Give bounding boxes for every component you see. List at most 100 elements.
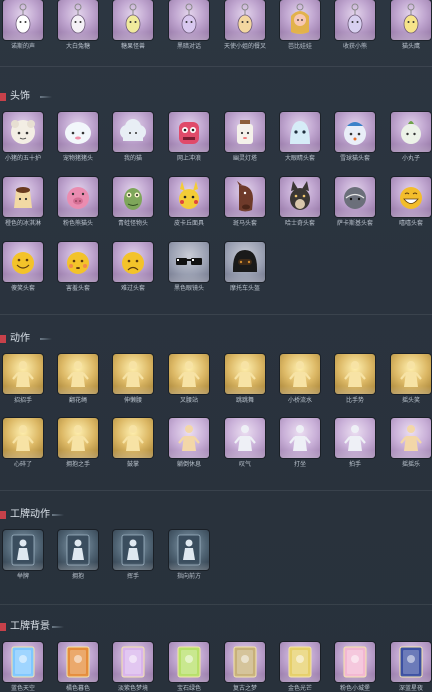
item-card[interactable] — [58, 354, 98, 394]
item-slot[interactable]: 拥抱之手 — [58, 418, 98, 470]
item-card[interactable] — [113, 354, 153, 394]
item-card[interactable] — [113, 642, 153, 682]
item-card[interactable] — [169, 530, 209, 570]
item-slot[interactable]: 打坐 — [280, 418, 320, 470]
item-slot[interactable]: 摇头笑 — [391, 354, 431, 406]
item-slot[interactable]: 诺斯的声 — [3, 0, 43, 52]
item-slot[interactable]: 大眼睛头套 — [280, 112, 320, 164]
item-slot[interactable]: 我的猫 — [113, 112, 153, 164]
item-card[interactable] — [58, 242, 98, 282]
item-slot[interactable]: 伸懒腰 — [113, 354, 153, 406]
item-card[interactable] — [169, 242, 209, 282]
item-slot[interactable]: 比手势 — [335, 354, 375, 406]
item-card[interactable] — [58, 642, 98, 682]
item-card[interactable] — [3, 242, 43, 282]
item-slot[interactable]: 黑暗对话 — [169, 0, 209, 52]
item-slot[interactable]: 傻笑头套 — [3, 242, 43, 294]
item-slot[interactable]: 青蛙怪物头 — [113, 177, 153, 229]
item-slot[interactable]: 网上冲浪 — [169, 112, 209, 164]
item-card[interactable] — [58, 0, 98, 40]
item-slot[interactable]: 雪球猫头套 — [335, 112, 375, 164]
item-card[interactable] — [3, 642, 43, 682]
item-card[interactable] — [113, 242, 153, 282]
item-card[interactable] — [3, 530, 43, 570]
item-slot[interactable]: 害羞头套 — [58, 242, 98, 294]
item-slot[interactable]: 心碎了 — [3, 418, 43, 470]
item-card[interactable] — [113, 418, 153, 458]
item-card[interactable] — [169, 177, 209, 217]
item-slot[interactable]: 收获小熊 — [335, 0, 375, 52]
item-card[interactable] — [3, 0, 43, 40]
item-card[interactable] — [335, 177, 375, 217]
item-slot[interactable]: 哈士奇头套 — [280, 177, 320, 229]
item-slot[interactable]: 粉色小城堡 — [335, 642, 375, 692]
item-card[interactable] — [225, 354, 265, 394]
item-slot[interactable]: 叉腰站 — [169, 354, 209, 406]
item-slot[interactable]: 招招手 — [3, 354, 43, 406]
item-card[interactable] — [225, 112, 265, 152]
item-slot[interactable]: 挥手 — [113, 530, 153, 582]
item-card[interactable] — [391, 418, 431, 458]
item-slot[interactable]: 金色光芒 — [280, 642, 320, 692]
item-card[interactable] — [391, 112, 431, 152]
item-card[interactable] — [391, 0, 431, 40]
item-slot[interactable]: 叹气 — [225, 418, 265, 470]
item-card[interactable] — [169, 354, 209, 394]
item-slot[interactable]: 指向前方 — [169, 530, 209, 582]
item-card[interactable] — [280, 177, 320, 217]
item-card[interactable] — [280, 642, 320, 682]
item-card[interactable] — [58, 177, 98, 217]
item-slot[interactable]: 复古之梦 — [225, 642, 265, 692]
item-slot[interactable]: 蓝色天空 — [3, 642, 43, 692]
item-card[interactable] — [225, 0, 265, 40]
item-card[interactable] — [113, 177, 153, 217]
item-card[interactable] — [169, 112, 209, 152]
item-slot[interactable]: 宠物猪猪头 — [58, 112, 98, 164]
item-slot[interactable]: 嘻嘻头套 — [391, 177, 431, 229]
item-card[interactable] — [335, 0, 375, 40]
item-card[interactable] — [391, 642, 431, 682]
item-slot[interactable]: 猫头鹰 — [391, 0, 431, 52]
item-card[interactable] — [335, 112, 375, 152]
item-card[interactable] — [391, 177, 431, 217]
item-slot[interactable]: 跳跳舞 — [225, 354, 265, 406]
item-slot[interactable]: 深蓝星夜 — [391, 642, 431, 692]
item-slot[interactable]: 摩托车头盔 — [225, 242, 265, 294]
item-card[interactable] — [113, 530, 153, 570]
item-card[interactable] — [58, 418, 98, 458]
item-slot[interactable]: 黑色眼镜头 — [169, 242, 209, 294]
item-card[interactable] — [3, 354, 43, 394]
item-slot[interactable]: 鼓掌 — [113, 418, 153, 470]
item-card[interactable] — [58, 530, 98, 570]
item-card[interactable] — [225, 418, 265, 458]
item-card[interactable] — [335, 354, 375, 394]
item-card[interactable] — [3, 177, 43, 217]
item-slot[interactable]: 小桥流水 — [280, 354, 320, 406]
item-slot[interactable]: 芭比娃娃 — [280, 0, 320, 52]
item-slot[interactable]: 翻花绳 — [58, 354, 98, 406]
item-card[interactable] — [225, 177, 265, 217]
item-slot[interactable]: 摇摇乐 — [391, 418, 431, 470]
item-card[interactable] — [280, 418, 320, 458]
item-slot[interactable]: 幽灵灯塔 — [225, 112, 265, 164]
item-slot[interactable]: 糖果怪兽 — [113, 0, 153, 52]
item-slot[interactable]: 躺倒休息 — [169, 418, 209, 470]
item-card[interactable] — [113, 112, 153, 152]
item-slot[interactable]: 橙色的冰淇淋 — [3, 177, 43, 229]
item-slot[interactable]: 大白兔糖 — [58, 0, 98, 52]
item-slot[interactable]: 淡紫色梦境 — [113, 642, 153, 692]
item-card[interactable] — [169, 0, 209, 40]
item-slot[interactable]: 萨卡斯基头套 — [335, 177, 375, 229]
item-card[interactable] — [280, 354, 320, 394]
item-card[interactable] — [169, 642, 209, 682]
item-slot[interactable]: 难过头套 — [113, 242, 153, 294]
item-card[interactable] — [225, 242, 265, 282]
item-card[interactable] — [3, 418, 43, 458]
item-slot[interactable]: 天使小姐的餐叉 — [224, 0, 266, 52]
item-card[interactable] — [113, 0, 153, 40]
item-card[interactable] — [280, 112, 320, 152]
item-slot[interactable]: 斑马头套 — [225, 177, 265, 229]
item-card[interactable] — [335, 642, 375, 682]
item-card[interactable] — [391, 354, 431, 394]
item-card[interactable] — [3, 112, 43, 152]
